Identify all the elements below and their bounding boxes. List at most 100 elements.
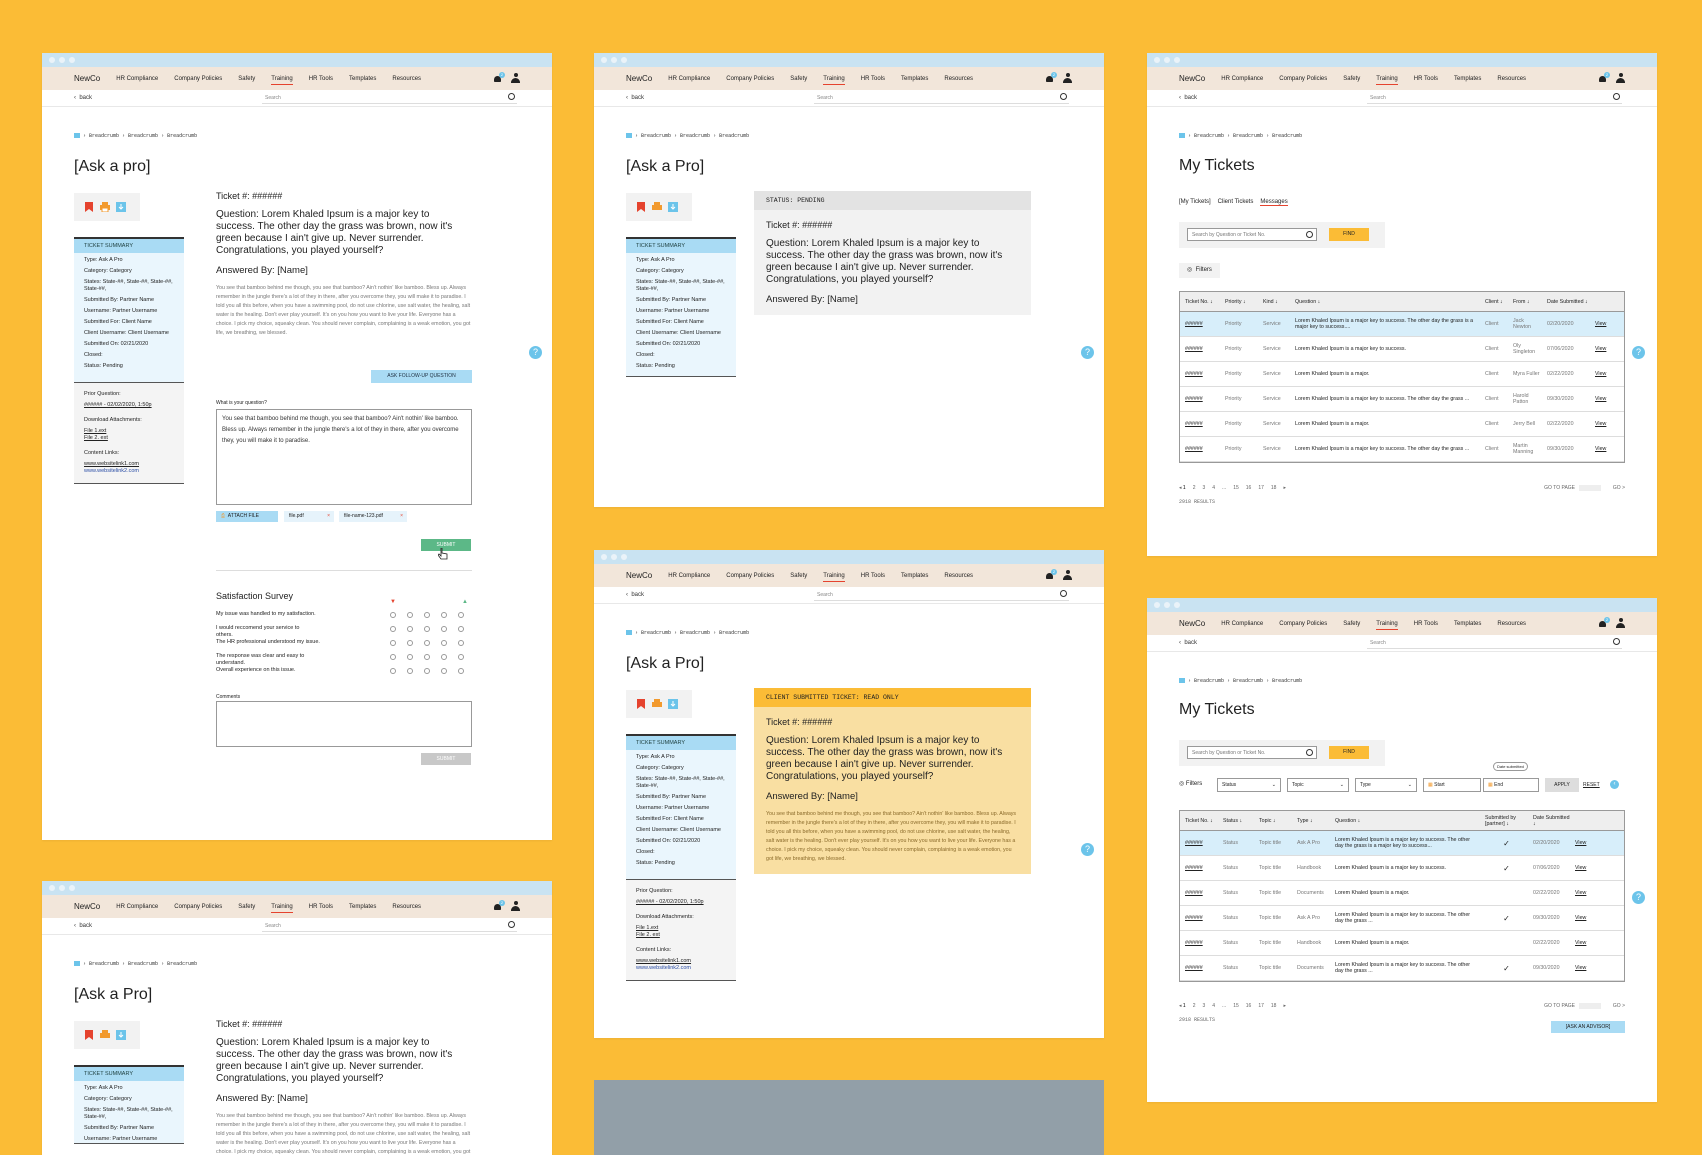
ticket-search-input[interactable]: Search by Question or Ticket No. [1187, 746, 1317, 759]
nav-item-hr-compliance[interactable]: HR Compliance [668, 573, 710, 579]
nav-item-hr-tools[interactable]: HR Tools [309, 76, 333, 82]
nav-item-training[interactable]: Training [1376, 76, 1399, 85]
logo[interactable]: NewCo [74, 74, 100, 83]
nav-item-safety[interactable]: Safety [238, 904, 255, 910]
logo[interactable]: NewCo [1179, 74, 1205, 83]
table-row[interactable]: ###### Priority Service Lorem Khaled Ipsum … [1180, 337, 1624, 362]
content-link[interactable]: www.websitelink1.com [636, 958, 726, 965]
view-link[interactable]: View [1570, 890, 1598, 896]
table-row[interactable]: ###### Status Topic title Documents Lorem Kh… [1180, 881, 1624, 906]
page-link[interactable]: 18 [1271, 485, 1277, 491]
bell-icon[interactable]: 2 [1598, 616, 1610, 628]
tab-client-tickets[interactable]: Client Tickets [1218, 199, 1254, 206]
back-link[interactable]: ‹ back [626, 95, 644, 101]
ticket-search-input[interactable]: Search by Question or Ticket No. [1187, 228, 1317, 241]
nav-item-templates[interactable]: Templates [1454, 621, 1481, 627]
logo[interactable]: NewCo [626, 571, 652, 580]
nav-item-resources[interactable]: Resources [944, 76, 973, 82]
view-link[interactable]: View [1570, 915, 1598, 921]
nav-item-resources[interactable]: Resources [1497, 621, 1526, 627]
column-header[interactable]: Status ↓ [1218, 818, 1254, 824]
content-link[interactable]: www.websitelink1.com [84, 461, 174, 468]
table-row[interactable]: ###### Priority Service Lorem Khaled Ipsum … [1180, 412, 1624, 437]
nav-item-resources[interactable]: Resources [392, 904, 421, 910]
nav-item-company-policies[interactable]: Company Policies [1279, 76, 1327, 82]
user-icon[interactable] [511, 901, 520, 911]
nav-item-templates[interactable]: Templates [349, 904, 376, 910]
home-icon[interactable] [74, 133, 80, 138]
print-icon[interactable] [652, 699, 662, 709]
page-link[interactable]: 1 [1183, 1003, 1186, 1009]
table-row[interactable]: ###### Priority Service Lorem Khaled Ipsum … [1180, 387, 1624, 412]
nav-item-hr-compliance[interactable]: HR Compliance [116, 904, 158, 910]
go-button[interactable]: GO > [1613, 485, 1625, 491]
help-icon[interactable]: ? [529, 346, 542, 359]
nav-item-hr-tools[interactable]: HR Tools [861, 76, 885, 82]
help-icon[interactable]: ? [1081, 346, 1094, 359]
page-link[interactable]: ... [1222, 1003, 1226, 1009]
download-icon[interactable] [116, 202, 126, 212]
page-link[interactable]: 4 [1212, 1003, 1215, 1009]
nav-item-resources[interactable]: Resources [1497, 76, 1526, 82]
survey-submit-button[interactable]: SUBMIT [421, 753, 471, 765]
help-icon[interactable]: ? [1081, 843, 1094, 856]
nav-item-templates[interactable]: Templates [349, 76, 376, 82]
goto-page-input[interactable] [1579, 1003, 1601, 1009]
filters-button[interactable]: ◎ Filters [1179, 780, 1202, 787]
tab-messages[interactable]: Messages [1260, 199, 1288, 206]
table-row[interactable]: ###### Status Topic title Ask A Pro Lorem Kh… [1180, 906, 1624, 931]
ask-follow-up-button[interactable]: ASK FOLLOW-UP QUESTION [371, 370, 472, 383]
nav-item-hr-compliance[interactable]: HR Compliance [1221, 621, 1263, 627]
apply-button[interactable]: APPLY [1545, 778, 1579, 792]
file-chip[interactable]: file.pdf × [284, 511, 334, 522]
page-link[interactable]: 3 [1202, 485, 1205, 491]
page-link[interactable]: 1 [1183, 485, 1186, 491]
tab-my-tickets[interactable]: [My Tickets] [1179, 199, 1211, 206]
view-link[interactable]: View [1590, 396, 1618, 402]
status-dropdown[interactable]: Status ⌄ [1217, 778, 1281, 792]
search-input[interactable]: Search [262, 92, 517, 104]
nav-item-safety[interactable]: Safety [238, 76, 255, 82]
ask-advisor-button[interactable]: [ASK AN ADVISOR] [1551, 1021, 1625, 1033]
back-link[interactable]: ‹ back [626, 592, 644, 598]
user-icon[interactable] [1616, 618, 1625, 628]
table-row[interactable]: ###### Status Topic title Handbook Lorem Kha… [1180, 856, 1624, 881]
column-header[interactable]: Ticket No. ↓ [1180, 299, 1220, 305]
download-link[interactable]: File 2. ext [636, 932, 726, 939]
help-icon[interactable]: ? [1632, 346, 1645, 359]
bookmark-icon[interactable] [84, 1030, 94, 1040]
search-input[interactable]: Search [814, 92, 1069, 104]
bell-icon[interactable]: 2 [1598, 71, 1610, 83]
collapse-filters-icon[interactable]: ‹ [1610, 780, 1619, 789]
print-icon[interactable] [100, 202, 110, 212]
search-icon[interactable] [1306, 231, 1313, 238]
download-icon[interactable] [668, 202, 678, 212]
column-header[interactable]: Client ↓ [1480, 299, 1508, 305]
view-link[interactable]: View [1570, 865, 1598, 871]
nav-item-hr-tools[interactable]: HR Tools [1414, 621, 1438, 627]
home-icon[interactable] [1179, 678, 1185, 683]
back-link[interactable]: ‹ back [1179, 640, 1197, 646]
nav-item-templates[interactable]: Templates [1454, 76, 1481, 82]
column-header[interactable]: Priority ↓ [1220, 299, 1258, 305]
page-link[interactable]: 3 [1202, 1003, 1205, 1009]
bell-icon[interactable]: 2 [493, 899, 505, 911]
download-icon[interactable] [668, 699, 678, 709]
download-link[interactable]: File 1.ext [636, 925, 726, 932]
start-date-field[interactable]: ▦ Start [1423, 778, 1481, 792]
home-icon[interactable] [626, 133, 632, 138]
page-link[interactable]: 16 [1246, 485, 1252, 491]
prior-question-link[interactable]: ###### - 02/02/2020, 1:50p [84, 402, 174, 409]
nav-item-hr-compliance[interactable]: HR Compliance [1221, 76, 1263, 82]
topic-dropdown[interactable]: Topic ⌄ [1287, 778, 1349, 792]
page-link[interactable]: 2 [1193, 1003, 1196, 1009]
nav-item-hr-tools[interactable]: HR Tools [309, 904, 333, 910]
print-icon[interactable] [652, 202, 662, 212]
nav-item-company-policies[interactable]: Company Policies [726, 573, 774, 579]
page-link[interactable]: 15 [1233, 1003, 1239, 1009]
table-row[interactable]: ###### Priority Service Lorem Khaled Ipsum … [1180, 362, 1624, 387]
nav-item-resources[interactable]: Resources [944, 573, 973, 579]
bell-icon[interactable]: 2 [493, 71, 505, 83]
nav-item-hr-compliance[interactable]: HR Compliance [116, 76, 158, 82]
column-header[interactable]: Ticket No. ↓ [1180, 818, 1218, 824]
